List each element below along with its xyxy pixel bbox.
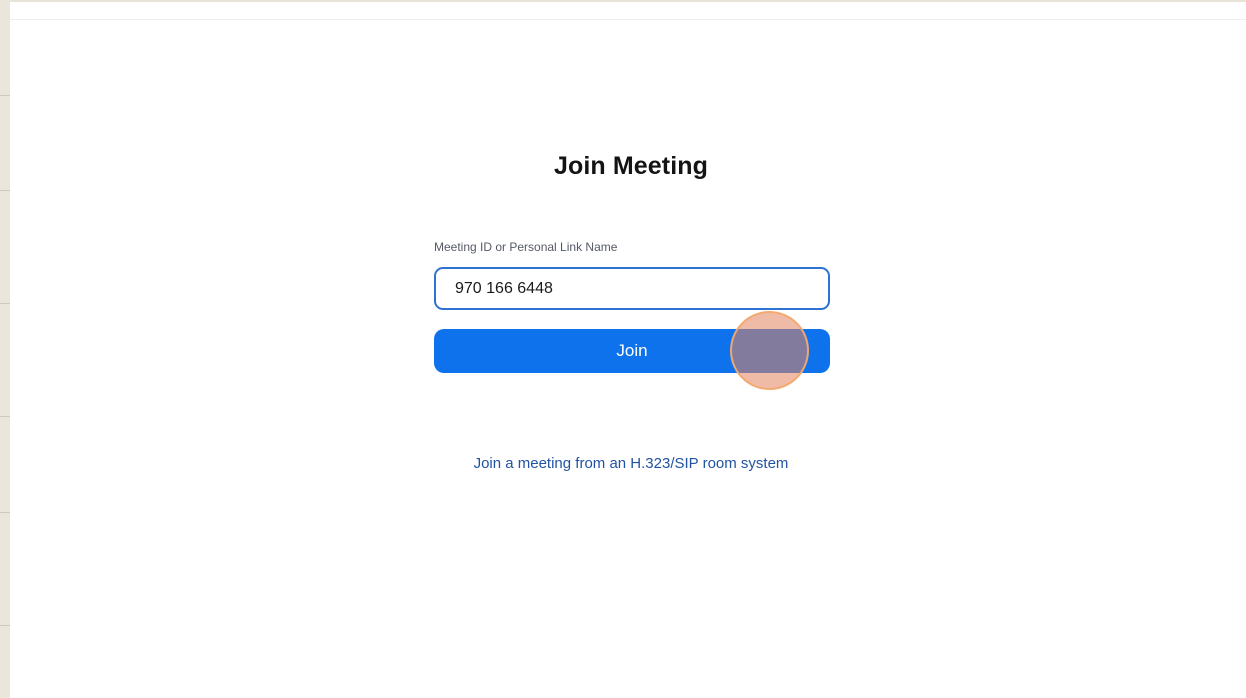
sidebar-divider <box>0 95 10 96</box>
meeting-id-label: Meeting ID or Personal Link Name <box>434 240 618 254</box>
join-button[interactable]: Join <box>434 329 830 373</box>
sidebar-divider <box>0 512 10 513</box>
sidebar-divider <box>0 303 10 304</box>
join-meeting-page: Join Meeting Meeting ID or Personal Link… <box>10 2 1246 698</box>
meeting-id-input[interactable] <box>434 267 830 310</box>
left-sidebar-edge <box>0 0 10 698</box>
page-title: Join Meeting <box>554 152 708 180</box>
sidebar-divider <box>0 625 10 626</box>
sidebar-divider <box>0 190 10 191</box>
sidebar-divider <box>0 416 10 417</box>
room-system-link[interactable]: Join a meeting from an H.323/SIP room sy… <box>10 455 1246 472</box>
header-divider <box>10 19 1246 20</box>
